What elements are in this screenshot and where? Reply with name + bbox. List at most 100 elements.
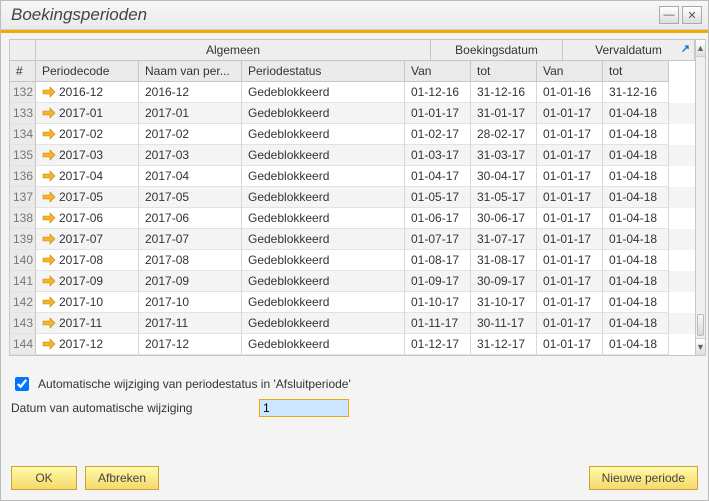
cell-periodecode[interactable]: 2017-09	[36, 271, 139, 292]
cell-periodestatus[interactable]: Gedeblokkeerd	[242, 334, 405, 355]
cell-boek-tot[interactable]: 31-12-17	[471, 334, 537, 355]
table-row[interactable]: 1392017-072017-07Gedeblokkeerd01-07-1731…	[10, 229, 695, 250]
cell-verval-van[interactable]: 01-01-17	[537, 313, 603, 334]
table-row[interactable]: 1322016-122016-12Gedeblokkeerd01-12-1631…	[10, 82, 695, 103]
vertical-scrollbar[interactable]: ▲ ▼	[695, 39, 706, 356]
cell-verval-van[interactable]: 01-01-17	[537, 229, 603, 250]
cell-periodename[interactable]: 2017-01	[139, 103, 242, 124]
cell-verval-van[interactable]: 01-01-17	[537, 187, 603, 208]
cell-periodestatus[interactable]: Gedeblokkeerd	[242, 166, 405, 187]
cell-boek-tot[interactable]: 30-09-17	[471, 271, 537, 292]
drill-arrow-icon[interactable]	[42, 296, 56, 308]
cell-verval-tot[interactable]: 01-04-18	[603, 187, 669, 208]
drill-arrow-icon[interactable]	[42, 338, 56, 350]
cell-boek-van[interactable]: 01-12-17	[405, 334, 471, 355]
cell-periodestatus[interactable]: Gedeblokkeerd	[242, 103, 405, 124]
cell-verval-van[interactable]: 01-01-17	[537, 271, 603, 292]
cell-verval-van[interactable]: 01-01-17	[537, 145, 603, 166]
cell-periodename[interactable]: 2017-02	[139, 124, 242, 145]
table-row[interactable]: 1422017-102017-10Gedeblokkeerd01-10-1731…	[10, 292, 695, 313]
col-boek-van[interactable]: Van	[405, 61, 471, 82]
cell-boek-tot[interactable]: 30-04-17	[471, 166, 537, 187]
col-boek-tot[interactable]: tot	[471, 61, 537, 82]
table-row[interactable]: 1342017-022017-02Gedeblokkeerd01-02-1728…	[10, 124, 695, 145]
cell-verval-tot[interactable]: 01-04-18	[603, 124, 669, 145]
drill-arrow-icon[interactable]	[42, 128, 56, 140]
cell-periodename[interactable]: 2017-11	[139, 313, 242, 334]
cell-periodename[interactable]: 2017-03	[139, 145, 242, 166]
link-arrow-icon[interactable]: ↗	[681, 42, 690, 55]
cell-periodestatus[interactable]: Gedeblokkeerd	[242, 187, 405, 208]
table-row[interactable]: 1362017-042017-04Gedeblokkeerd01-04-1730…	[10, 166, 695, 187]
drill-arrow-icon[interactable]	[42, 233, 56, 245]
cell-verval-tot[interactable]: 01-04-18	[603, 208, 669, 229]
auto-status-checkbox[interactable]	[15, 377, 29, 391]
cell-verval-tot[interactable]: 01-04-18	[603, 166, 669, 187]
drill-arrow-icon[interactable]	[42, 86, 56, 98]
col-verval-van[interactable]: Van	[537, 61, 603, 82]
cell-boek-van[interactable]: 01-10-17	[405, 292, 471, 313]
cell-periodecode[interactable]: 2017-02	[36, 124, 139, 145]
cell-periodestatus[interactable]: Gedeblokkeerd	[242, 145, 405, 166]
cell-periodename[interactable]: 2016-12	[139, 82, 242, 103]
new-period-button[interactable]: Nieuwe periode	[589, 466, 698, 490]
drill-arrow-icon[interactable]	[42, 275, 56, 287]
cell-periodename[interactable]: 2017-06	[139, 208, 242, 229]
cell-verval-van[interactable]: 01-01-17	[537, 250, 603, 271]
cell-verval-tot[interactable]: 01-04-18	[603, 145, 669, 166]
cell-periodecode[interactable]: 2017-07	[36, 229, 139, 250]
cell-boek-tot[interactable]: 31-12-16	[471, 82, 537, 103]
cell-boek-van[interactable]: 01-08-17	[405, 250, 471, 271]
drill-arrow-icon[interactable]	[42, 317, 56, 329]
table-row[interactable]: 1432017-112017-11Gedeblokkeerd01-11-1730…	[10, 313, 695, 334]
drill-arrow-icon[interactable]	[42, 191, 56, 203]
cell-verval-van[interactable]: 01-01-17	[537, 208, 603, 229]
table-row[interactable]: 1442017-122017-12Gedeblokkeerd01-12-1731…	[10, 334, 695, 355]
cell-periodestatus[interactable]: Gedeblokkeerd	[242, 313, 405, 334]
cell-boek-van[interactable]: 01-07-17	[405, 229, 471, 250]
cell-periodestatus[interactable]: Gedeblokkeerd	[242, 82, 405, 103]
cell-periodecode[interactable]: 2017-10	[36, 292, 139, 313]
cell-periodename[interactable]: 2017-09	[139, 271, 242, 292]
cell-boek-van[interactable]: 01-11-17	[405, 313, 471, 334]
table-row[interactable]: 1372017-052017-05Gedeblokkeerd01-05-1731…	[10, 187, 695, 208]
cell-verval-van[interactable]: 01-01-17	[537, 166, 603, 187]
cell-boek-tot[interactable]: 28-02-17	[471, 124, 537, 145]
cell-boek-van[interactable]: 01-03-17	[405, 145, 471, 166]
cell-periodename[interactable]: 2017-07	[139, 229, 242, 250]
col-periodestatus[interactable]: Periodestatus	[242, 61, 405, 82]
cell-periodename[interactable]: 2017-12	[139, 334, 242, 355]
col-index[interactable]: #	[10, 61, 36, 82]
cell-boek-tot[interactable]: 31-10-17	[471, 292, 537, 313]
cell-periodecode[interactable]: 2017-03	[36, 145, 139, 166]
cell-boek-tot[interactable]: 31-01-17	[471, 103, 537, 124]
col-periodecode[interactable]: Periodecode	[36, 61, 139, 82]
drill-arrow-icon[interactable]	[42, 254, 56, 266]
cell-periodestatus[interactable]: Gedeblokkeerd	[242, 208, 405, 229]
scroll-thumb[interactable]	[697, 314, 704, 336]
cell-verval-tot[interactable]: 31-12-16	[603, 82, 669, 103]
table-row[interactable]: 1382017-062017-06Gedeblokkeerd01-06-1730…	[10, 208, 695, 229]
scroll-down-button[interactable]: ▼	[696, 338, 705, 355]
cell-boek-van[interactable]: 01-01-17	[405, 103, 471, 124]
table-row[interactable]: 1352017-032017-03Gedeblokkeerd01-03-1731…	[10, 145, 695, 166]
cell-periodename[interactable]: 2017-05	[139, 187, 242, 208]
cell-boek-van[interactable]: 01-12-16	[405, 82, 471, 103]
cell-boek-tot[interactable]: 31-03-17	[471, 145, 537, 166]
scroll-track[interactable]	[696, 57, 705, 338]
cell-periodestatus[interactable]: Gedeblokkeerd	[242, 292, 405, 313]
cell-verval-van[interactable]: 01-01-16	[537, 82, 603, 103]
cell-boek-van[interactable]: 01-05-17	[405, 187, 471, 208]
cell-periodestatus[interactable]: Gedeblokkeerd	[242, 271, 405, 292]
cell-verval-tot[interactable]: 01-04-18	[603, 271, 669, 292]
cell-verval-tot[interactable]: 01-04-18	[603, 229, 669, 250]
drill-arrow-icon[interactable]	[42, 107, 56, 119]
cell-boek-van[interactable]: 01-09-17	[405, 271, 471, 292]
cell-periodecode[interactable]: 2017-04	[36, 166, 139, 187]
cell-verval-tot[interactable]: 01-04-18	[603, 103, 669, 124]
cell-periodename[interactable]: 2017-08	[139, 250, 242, 271]
cell-verval-tot[interactable]: 01-04-18	[603, 250, 669, 271]
minimize-button[interactable]: —	[659, 6, 679, 24]
cell-verval-tot[interactable]: 01-04-18	[603, 292, 669, 313]
cell-periodecode[interactable]: 2016-12	[36, 82, 139, 103]
